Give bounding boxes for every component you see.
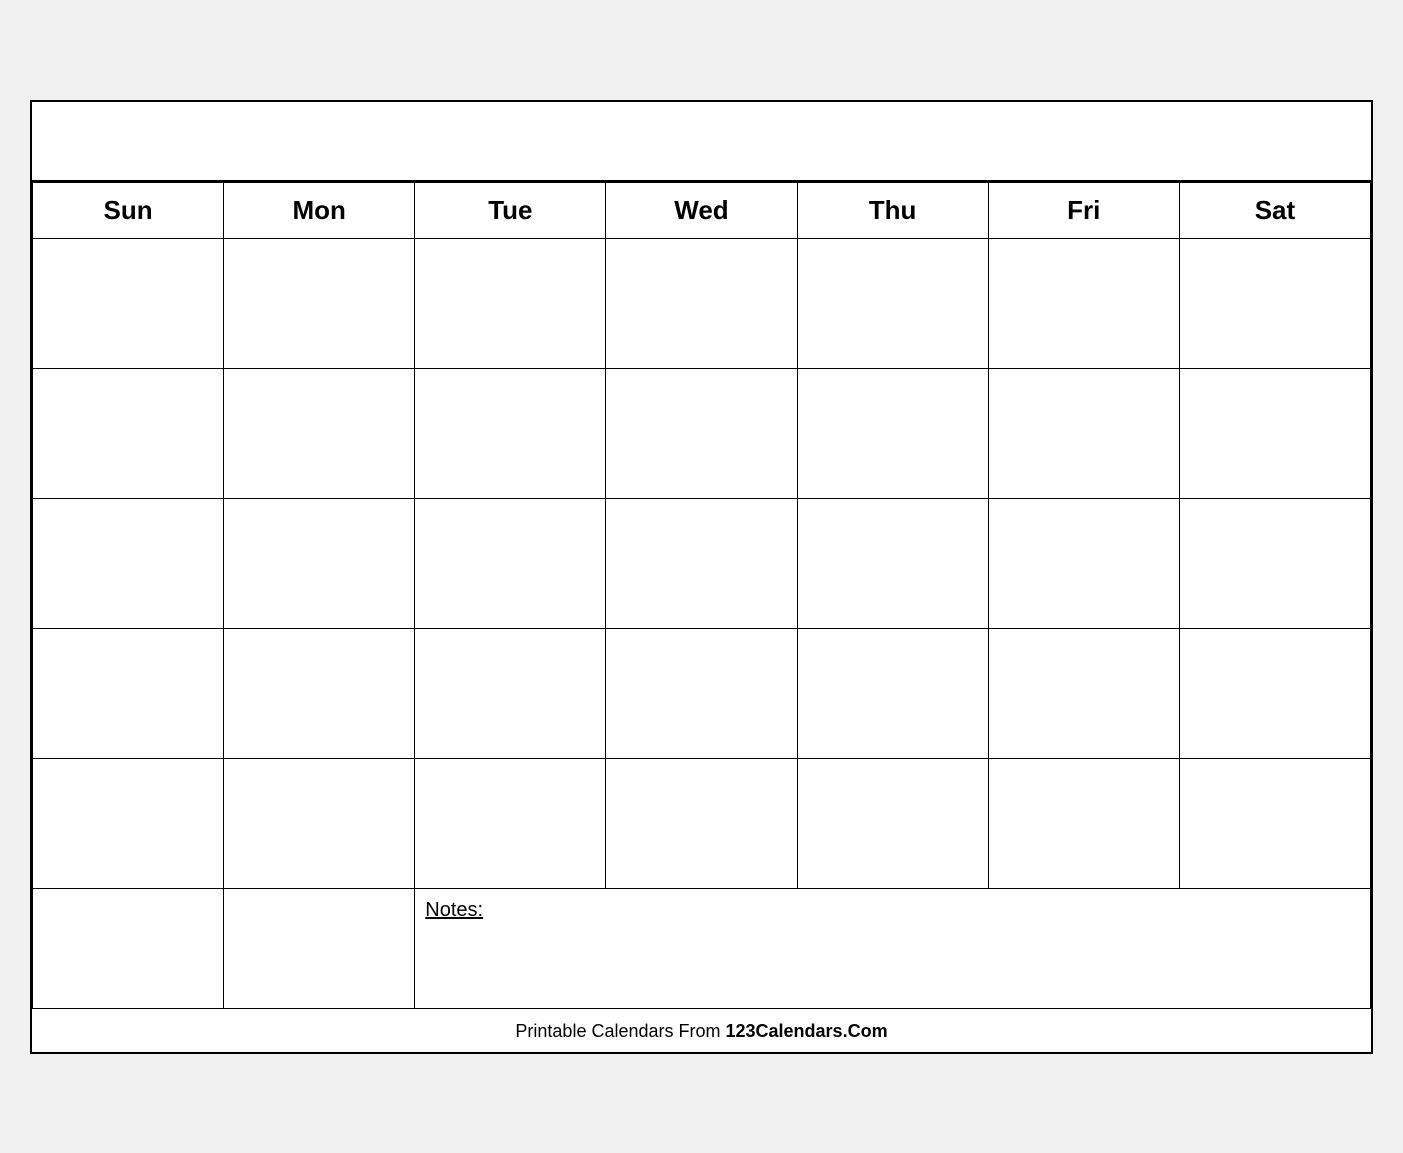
cell-r4-tue — [415, 628, 606, 758]
cell-r2-sat — [1179, 368, 1370, 498]
cell-r4-fri — [988, 628, 1179, 758]
calendar-row-2 — [33, 368, 1371, 498]
day-header-row: Sun Mon Tue Wed Thu Fri Sat — [33, 182, 1371, 238]
cell-r5-wed — [606, 758, 797, 888]
cell-r4-sun — [33, 628, 224, 758]
cell-r4-wed — [606, 628, 797, 758]
cell-r3-mon — [224, 498, 415, 628]
header-wed: Wed — [606, 182, 797, 238]
cell-r3-wed — [606, 498, 797, 628]
footer-text-normal: Printable Calendars From — [515, 1021, 725, 1041]
cell-r2-fri — [988, 368, 1179, 498]
cell-r3-thu — [797, 498, 988, 628]
cell-r2-tue — [415, 368, 606, 498]
cell-r5-fri — [988, 758, 1179, 888]
calendar-title-row — [32, 102, 1371, 182]
notes-cell-content: Notes: — [415, 888, 1371, 1008]
cell-r3-tue — [415, 498, 606, 628]
cell-r2-thu — [797, 368, 988, 498]
header-tue: Tue — [415, 182, 606, 238]
footer-text-bold: 123Calendars.Com — [726, 1021, 888, 1041]
cell-r5-mon — [224, 758, 415, 888]
cell-r2-mon — [224, 368, 415, 498]
cell-r4-sat — [1179, 628, 1370, 758]
notes-cell-mon — [224, 888, 415, 1008]
cell-r1-sun — [33, 238, 224, 368]
cell-r3-sat — [1179, 498, 1370, 628]
calendar-page: Sun Mon Tue Wed Thu Fri Sat — [30, 100, 1373, 1054]
calendar-row-1 — [33, 238, 1371, 368]
header-sat: Sat — [1179, 182, 1370, 238]
calendar-row-4 — [33, 628, 1371, 758]
header-thu: Thu — [797, 182, 988, 238]
cell-r4-mon — [224, 628, 415, 758]
header-fri: Fri — [988, 182, 1179, 238]
cell-r2-sun — [33, 368, 224, 498]
cell-r4-thu — [797, 628, 988, 758]
notes-row: Notes: — [33, 888, 1371, 1008]
cell-r1-mon — [224, 238, 415, 368]
notes-label: Notes: — [425, 899, 483, 921]
footer: Printable Calendars From 123Calendars.Co… — [32, 1009, 1371, 1052]
cell-r5-thu — [797, 758, 988, 888]
cell-r3-fri — [988, 498, 1179, 628]
calendar-table: Sun Mon Tue Wed Thu Fri Sat — [32, 182, 1371, 1009]
cell-r3-sun — [33, 498, 224, 628]
header-mon: Mon — [224, 182, 415, 238]
cell-r1-thu — [797, 238, 988, 368]
cell-r2-wed — [606, 368, 797, 498]
header-sun: Sun — [33, 182, 224, 238]
notes-cell-sun — [33, 888, 224, 1008]
cell-r1-wed — [606, 238, 797, 368]
calendar-row-3 — [33, 498, 1371, 628]
cell-r1-tue — [415, 238, 606, 368]
calendar-row-5 — [33, 758, 1371, 888]
cell-r1-sat — [1179, 238, 1370, 368]
cell-r5-sun — [33, 758, 224, 888]
cell-r5-tue — [415, 758, 606, 888]
cell-r5-sat — [1179, 758, 1370, 888]
cell-r1-fri — [988, 238, 1179, 368]
